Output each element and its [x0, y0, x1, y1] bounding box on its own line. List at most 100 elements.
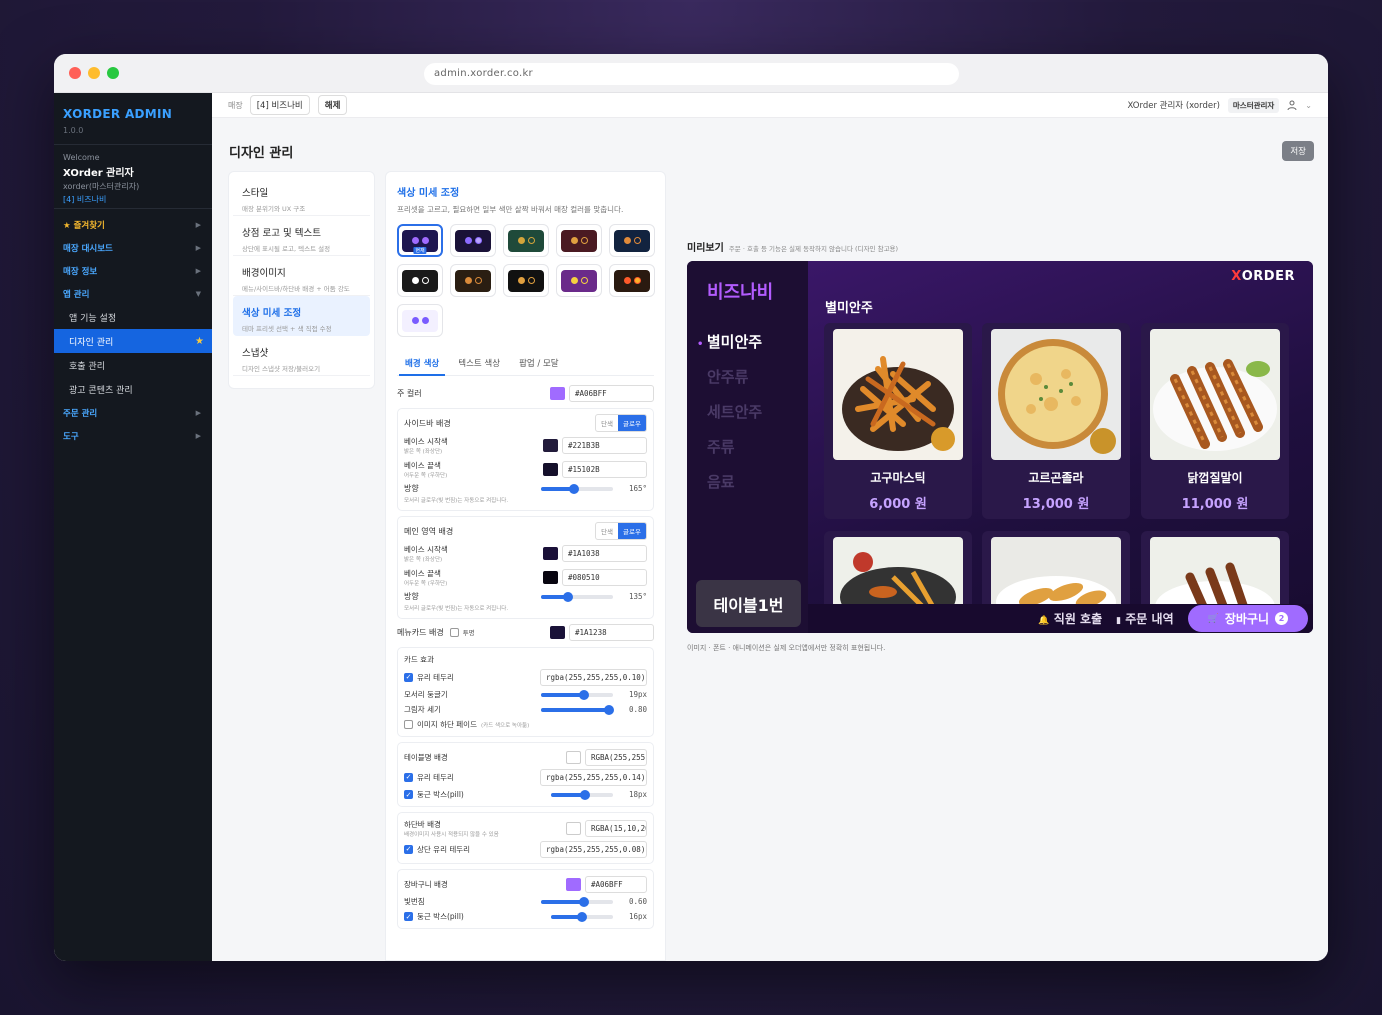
design-menu-item-3[interactable]: 색상 미세 조정 테마 프리셋 선택 + 색 직접 수정: [233, 296, 370, 336]
menu-price: 13,000 원: [1022, 497, 1090, 512]
menu-card-1[interactable]: 고구마스틱 6,000 원: [824, 323, 972, 519]
tab-popup-modal[interactable]: 팝업 / 모달: [519, 357, 559, 369]
bottom-bar-swatch[interactable]: [566, 821, 581, 835]
preset-swatch-6[interactable]: [450, 264, 496, 297]
main-start-input[interactable]: #1A1038: [562, 544, 647, 562]
preset-swatch-1[interactable]: [450, 224, 496, 257]
main-end-input[interactable]: #080510: [562, 568, 647, 586]
menu-card-5[interactable]: [982, 531, 1130, 611]
design-menu-item-0[interactable]: 스타일 매장 분위기와 UX 구조: [233, 176, 370, 216]
menu-card-4[interactable]: [824, 531, 972, 611]
cart-button[interactable]: 🛒 장바구니 2: [1187, 605, 1308, 632]
nav-group-label: 즐겨찾기: [73, 220, 105, 231]
main-color-swatch[interactable]: [550, 386, 565, 400]
food-image-chicken-skin: [1150, 329, 1280, 460]
staff-call-button[interactable]: 🔔 직원 호출: [1038, 610, 1102, 627]
preset-swatch-7[interactable]: [503, 264, 549, 297]
menu-card-6[interactable]: [1141, 531, 1289, 611]
nav-item-7[interactable]: 광고 콘텐츠 관리: [54, 377, 212, 401]
cart-bg-input[interactable]: #A06BFF: [585, 875, 647, 893]
cart-pill-slider[interactable]: [551, 911, 613, 922]
preset-swatch-9[interactable]: [609, 264, 655, 297]
sidebar-direction-slider[interactable]: [541, 483, 613, 494]
table-glass-input[interactable]: rgba(255,255,255,0.14): [540, 768, 647, 786]
image-fade-checkbox[interactable]: [404, 720, 413, 729]
cart-pill-checkbox[interactable]: ✓: [404, 912, 413, 921]
preview-category-2[interactable]: 세트안주: [707, 401, 762, 422]
nav-item-5[interactable]: 디자인 관리 ★: [54, 329, 212, 353]
glow-option[interactable]: 글로우: [618, 415, 646, 431]
tab-text-color[interactable]: 텍스트 색상: [458, 357, 500, 369]
nav-item-6[interactable]: 호출 관리: [54, 353, 212, 377]
solid-option[interactable]: 단색: [596, 523, 618, 539]
cart-glow-slider[interactable]: [541, 896, 613, 907]
card-glass-checkbox[interactable]: ✓: [404, 672, 413, 682]
star-icon[interactable]: ★: [195, 336, 204, 347]
nav-group-1[interactable]: 매장 대시보드 ▶: [54, 236, 212, 259]
preview-category-4[interactable]: 음료: [707, 471, 735, 492]
bottom-glass-checkbox[interactable]: ✓: [404, 844, 413, 854]
preview-main: XORDER 별미안주 고구마스틱 6,000 원 고르곤졸라 13,000 원…: [808, 261, 1313, 633]
table-pill-slider[interactable]: [551, 789, 613, 800]
chevron-down-icon[interactable]: ⌄: [1305, 101, 1312, 110]
card-glass-input[interactable]: rgba(255,255,255,0.10): [540, 668, 647, 686]
store-selector[interactable]: [4] 비즈나비: [249, 95, 310, 115]
transparent-checkbox[interactable]: [449, 627, 459, 637]
cart-bg-swatch[interactable]: [566, 877, 581, 891]
nav-group-9[interactable]: 도구 ▶: [54, 424, 212, 447]
preview-category-3[interactable]: 주류: [707, 436, 735, 457]
solid-option[interactable]: 단색: [596, 415, 618, 431]
maximize-window-button[interactable]: [107, 67, 119, 79]
preset-swatch-10[interactable]: [397, 304, 443, 337]
bottom-glass-input[interactable]: rgba(255,255,255,0.08): [540, 840, 647, 858]
preview-category-0[interactable]: • 별미안주: [697, 331, 762, 352]
table-bg-swatch[interactable]: [566, 750, 581, 764]
card-shadow-slider[interactable]: [541, 704, 615, 715]
user-icon[interactable]: [1287, 100, 1297, 111]
main-color-input[interactable]: #A06BFF: [569, 384, 654, 402]
release-button[interactable]: 해제: [317, 95, 348, 115]
sidebar-end-swatch[interactable]: [543, 462, 558, 476]
sidebar-start-swatch[interactable]: [543, 438, 558, 452]
sidebar-end-row: 베이스 끝색 어두운 쪽 (우하단) #15102B: [404, 457, 647, 481]
design-menu-item-2[interactable]: 배경이미지 메뉴/사이드바/하단바 배경 + 어둠 강도: [233, 256, 370, 296]
preset-swatch-8[interactable]: [556, 264, 602, 297]
nav-group-0[interactable]: ★ 즐겨찾기 ▶: [54, 213, 212, 236]
tab-background-color[interactable]: 배경 색상: [398, 357, 446, 376]
nav-item-4[interactable]: 앱 기능 설정: [54, 305, 212, 329]
menu-card-input[interactable]: #1A1238: [569, 623, 654, 641]
nav-group-3[interactable]: 앱 관리 ▼: [54, 282, 212, 305]
menu-card-2[interactable]: 고르곤졸라 13,000 원: [982, 323, 1130, 519]
sidebar-start-input[interactable]: #221B3B: [562, 436, 647, 454]
nav-group-8[interactable]: 주문 관리 ▶: [54, 401, 212, 424]
menu-card-3[interactable]: 닭껍질말이 11,000 원: [1141, 323, 1289, 519]
current-store: [4] 비즈나비: [63, 195, 107, 204]
design-menu-item-4[interactable]: 스냅샷 디자인 스냅샷 저장/불러오기: [233, 336, 370, 376]
table-pill-checkbox[interactable]: ✓: [404, 790, 413, 799]
preset-swatch-0[interactable]: 현재: [397, 224, 443, 257]
card-radius-slider[interactable]: [541, 689, 613, 700]
menu-card-swatch[interactable]: [550, 625, 565, 639]
preset-swatch-3[interactable]: [556, 224, 602, 257]
preset-swatch-4[interactable]: [609, 224, 655, 257]
table-bg-input[interactable]: RGBA(255,255,255,0.10): [585, 748, 647, 766]
nav-group-2[interactable]: 매장 정보 ▶: [54, 259, 212, 282]
main-start-swatch[interactable]: [543, 546, 558, 560]
sidebar-end-input[interactable]: #15102B: [562, 460, 647, 478]
close-window-button[interactable]: [69, 67, 81, 79]
bottom-bar-input[interactable]: RGBA(15,10,20,0.85): [585, 819, 647, 837]
design-menu-item-1[interactable]: 상점 로고 및 텍스트 상단에 표시될 로고, 텍스트 설정: [233, 216, 370, 256]
main-direction-slider[interactable]: [541, 591, 613, 602]
preview-category-1[interactable]: 안주류: [707, 366, 748, 387]
main-end-swatch[interactable]: [543, 570, 558, 584]
minimize-window-button[interactable]: [88, 67, 100, 79]
preset-swatch-2[interactable]: [503, 224, 549, 257]
glow-option[interactable]: 글로우: [618, 523, 646, 539]
preset-swatch-5[interactable]: [397, 264, 443, 297]
save-button[interactable]: 저장: [1282, 141, 1314, 161]
table-pill-value: 18px: [628, 790, 647, 799]
order-history-button[interactable]: ▮ 주문 내역: [1116, 610, 1173, 627]
url-bar[interactable]: admin.xorder.co.kr: [424, 63, 959, 85]
table-glass-checkbox[interactable]: ✓: [404, 772, 413, 782]
brand-title[interactable]: XORDER ADMIN: [63, 107, 203, 121]
